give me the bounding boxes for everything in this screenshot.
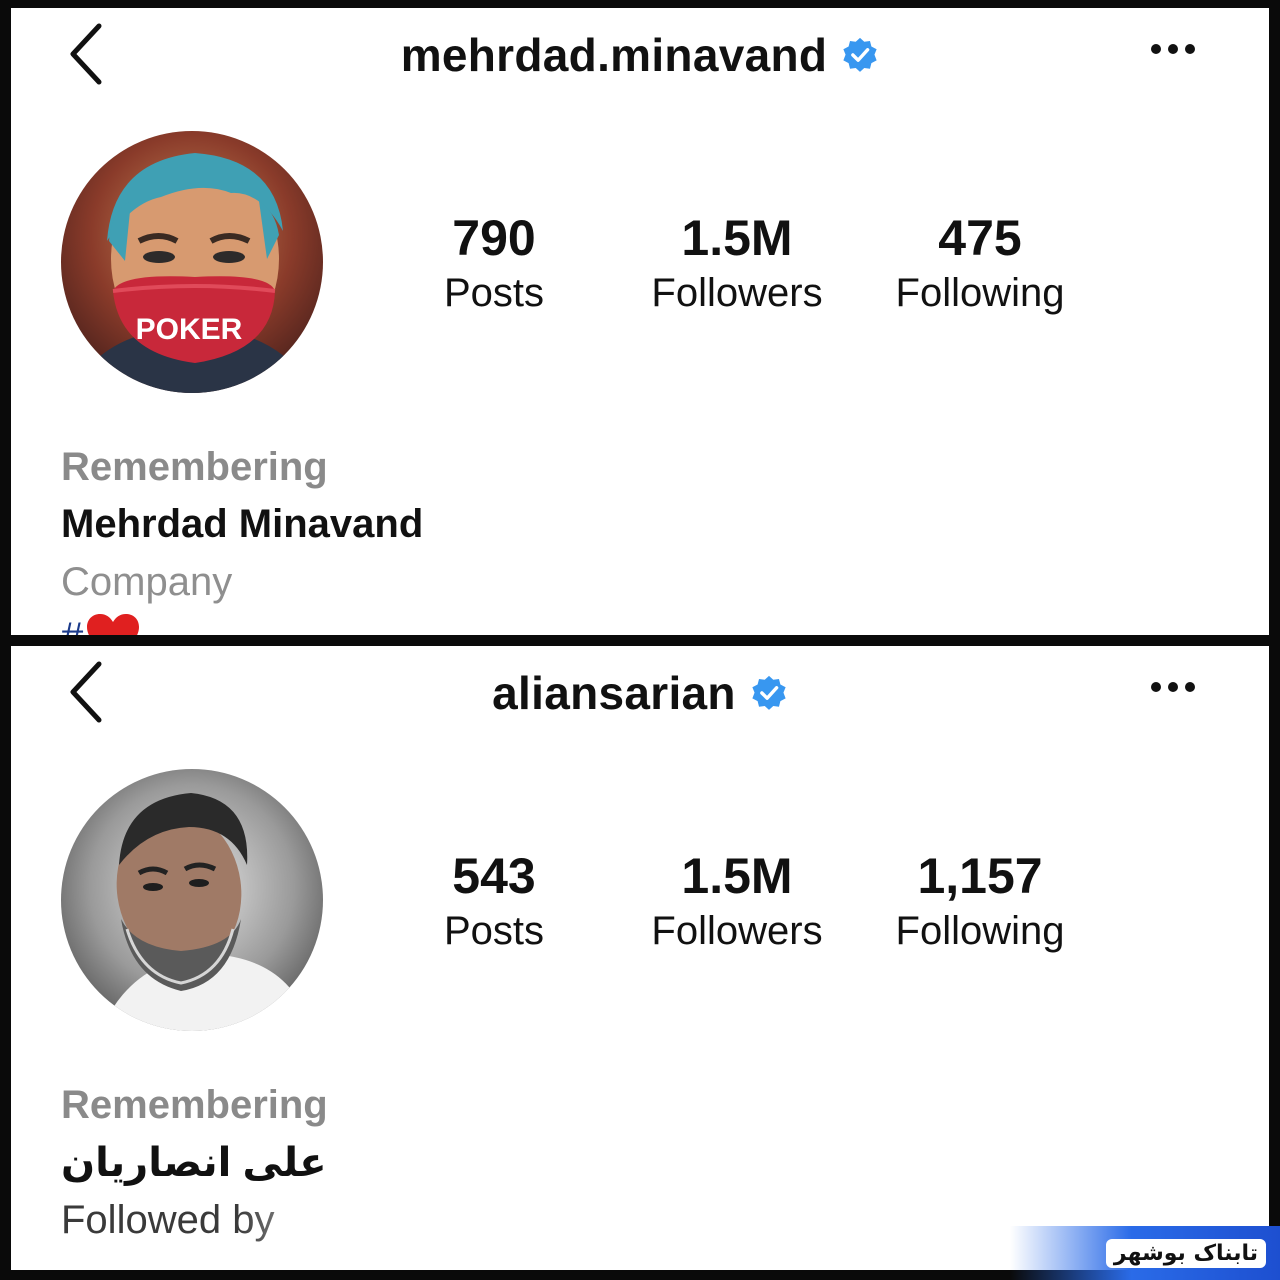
red-heart-icon: [87, 614, 140, 635]
profile-category: Company: [61, 560, 233, 604]
avatar-mask-text: POKER: [136, 313, 243, 346]
followers-count[interactable]: 1.5M Followers: [617, 846, 857, 956]
followers-value: 1.5M: [681, 210, 793, 266]
profile-full-name: Mehrdad Minavand: [61, 502, 424, 546]
profile-header: mehrdad.minavand: [11, 20, 1269, 90]
profile-header: aliansarian: [11, 658, 1269, 728]
posts-value: 543: [452, 848, 536, 904]
profile-avatar[interactable]: POKER: [61, 131, 323, 393]
more-options-icon[interactable]: [1149, 680, 1197, 694]
posts-label: Posts: [443, 909, 545, 953]
followers-label: Followers: [651, 271, 823, 315]
username-title: mehrdad.minavand: [400, 29, 828, 81]
following-label: Following: [895, 271, 1065, 315]
followers-label: Followers: [651, 909, 823, 953]
profile-full-name: علی انصاریان: [61, 1141, 327, 1185]
following-count[interactable]: 475 Following: [860, 208, 1100, 318]
memorial-label: Remembering: [61, 1083, 328, 1127]
username-title: aliansarian: [492, 667, 736, 719]
hashtag-symbol: #: [61, 615, 83, 636]
posts-label: Posts: [443, 271, 545, 315]
following-count[interactable]: 1,157 Following: [860, 846, 1100, 956]
watermark-logo: تابناک بوشهر: [1010, 1226, 1280, 1280]
memorial-label: Remembering: [61, 445, 328, 489]
following-value: 475: [938, 210, 1022, 266]
followers-count[interactable]: 1.5M Followers: [617, 208, 857, 318]
posts-count[interactable]: 790 Posts: [374, 208, 614, 318]
bio-hashtag-line[interactable]: #: [61, 613, 141, 635]
verified-badge-icon: [843, 37, 877, 72]
profile-avatar[interactable]: [61, 769, 323, 1031]
followers-value: 1.5M: [681, 848, 793, 904]
more-options-icon[interactable]: [1149, 42, 1197, 56]
profile-panel-aliansarian: aliansarian 543 Posts 1.5M Followers 1,1…: [11, 646, 1269, 1270]
following-label: Following: [895, 909, 1065, 953]
profile-panel-mehrdad: mehrdad.minavand POKER 790 Posts 1.5M Fo…: [11, 8, 1269, 635]
watermark-text: تابناک بوشهر: [1105, 1238, 1266, 1268]
posts-count[interactable]: 543 Posts: [374, 846, 614, 956]
posts-value: 790: [452, 210, 536, 266]
following-value: 1,157: [917, 848, 1043, 904]
followed-by-text[interactable]: Followed by: [61, 1198, 381, 1243]
verified-badge-icon: [752, 675, 786, 710]
